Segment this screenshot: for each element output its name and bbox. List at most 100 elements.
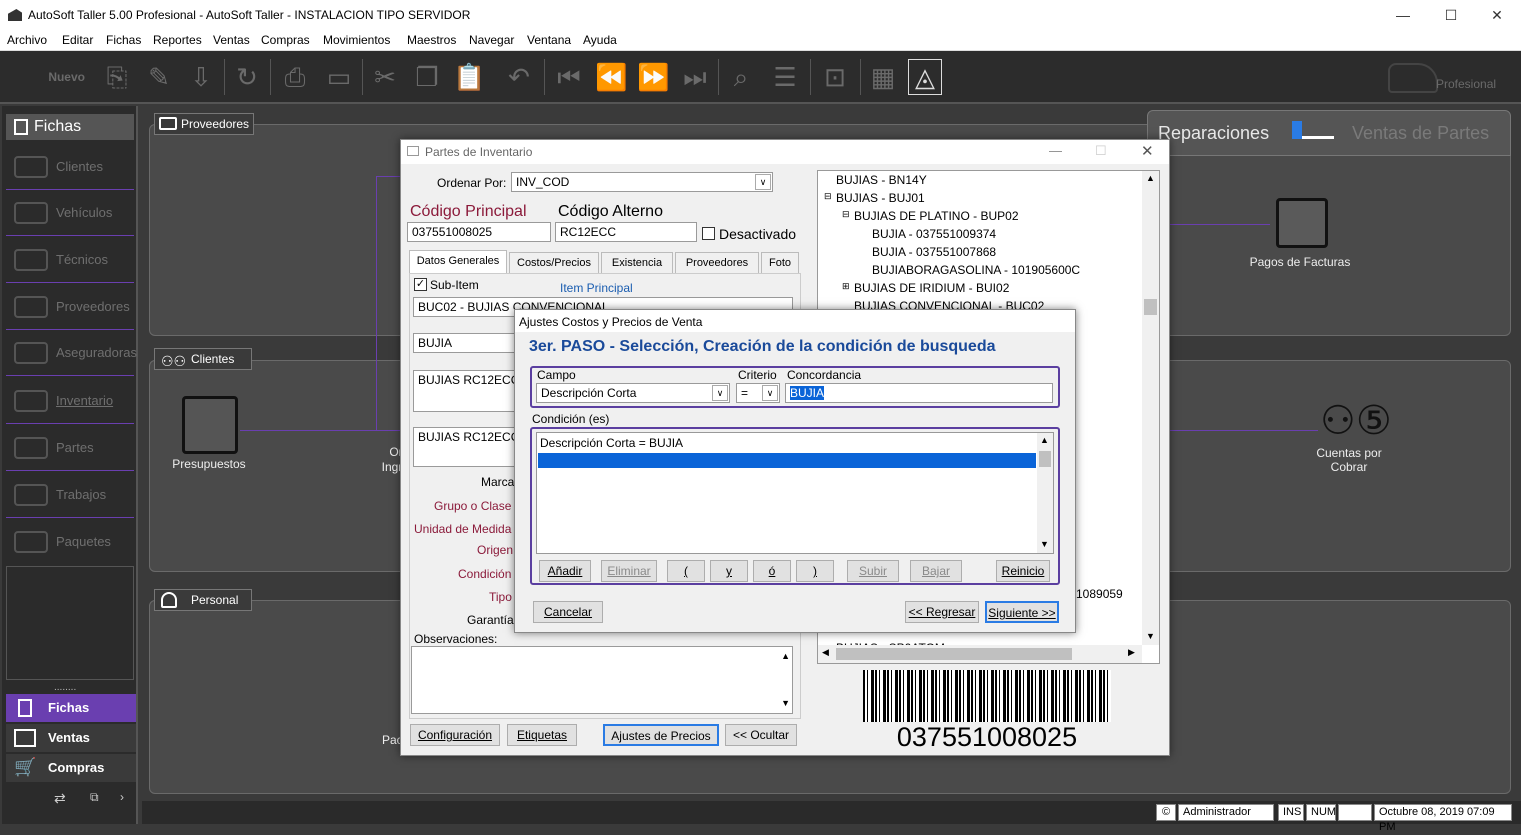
menu-reportes[interactable]: Reportes bbox=[153, 33, 202, 47]
first-record-icon[interactable]: ⏮ bbox=[552, 59, 586, 95]
next-record-icon[interactable]: ⏩ bbox=[636, 59, 670, 95]
edit-icon[interactable]: ✎ bbox=[142, 59, 176, 95]
minimize-button[interactable]: — bbox=[1388, 4, 1418, 26]
condicion-row-selected[interactable] bbox=[538, 453, 1036, 468]
sidebar-item-inventario[interactable]: Inventario bbox=[6, 378, 134, 424]
ajustes-precios-button[interactable]: Ajustes de Precios bbox=[603, 724, 719, 746]
tree-node[interactable]: BUJIA - 037551009374 bbox=[872, 227, 996, 241]
dialog-minimize-button[interactable]: — bbox=[1049, 143, 1062, 158]
menu-ayuda[interactable]: Ayuda bbox=[583, 33, 617, 47]
eliminar-button[interactable]: Eliminar bbox=[601, 560, 657, 582]
menu-ventana[interactable]: Ventana bbox=[527, 33, 571, 47]
windows-icon[interactable]: ⧉ bbox=[90, 790, 99, 805]
scroll-down-icon[interactable]: ▼ bbox=[1040, 539, 1049, 549]
pagos-facturas-label[interactable]: Pagos de Facturas bbox=[1240, 255, 1360, 269]
chevron-down-icon[interactable]: ∨ bbox=[712, 385, 728, 401]
cut-icon[interactable]: ✂ bbox=[368, 59, 402, 95]
tab-existencia[interactable]: Existencia bbox=[601, 252, 673, 274]
scroll-down-icon[interactable]: ▼ bbox=[1146, 631, 1155, 641]
ordenar-select[interactable]: INV_COD ∨ bbox=[511, 172, 773, 192]
new-button[interactable]: Nuevo bbox=[14, 59, 90, 95]
toggle-ventas-partes[interactable]: Ventas de Partes bbox=[1352, 123, 1489, 144]
copy-icon[interactable]: ❐ bbox=[410, 59, 444, 95]
scroll-thumb[interactable] bbox=[1144, 299, 1157, 315]
sidebar-item-trabajos[interactable]: Trabajos bbox=[6, 472, 134, 518]
paren-close-button[interactable]: ) bbox=[796, 560, 834, 582]
regresar-button[interactable]: << Regresar bbox=[905, 601, 979, 623]
anadir-button[interactable]: Añadir bbox=[539, 560, 591, 582]
close-button[interactable]: ✕ bbox=[1482, 4, 1512, 26]
tree-node[interactable]: BUJIAS - BUJ01 bbox=[836, 191, 925, 205]
save-icon[interactable]: ⇩ bbox=[184, 59, 218, 95]
refresh-icon[interactable]: ↻ bbox=[230, 59, 264, 95]
sidebar-item-proveedores[interactable]: Proveedores bbox=[6, 284, 134, 330]
bajar-button[interactable]: Bajar bbox=[910, 560, 962, 582]
configuracion-button[interactable]: Configuración bbox=[410, 724, 500, 746]
sidebar-item-tecnicos[interactable]: Técnicos bbox=[6, 237, 134, 283]
collapse-icon[interactable]: ⊟ bbox=[824, 191, 832, 202]
reinicio-button[interactable]: Reinicio bbox=[996, 560, 1050, 582]
observaciones-textarea[interactable]: ▲ ▼ bbox=[411, 646, 793, 714]
criterio-select[interactable]: = ∨ bbox=[736, 383, 780, 403]
concordancia-input[interactable]: BUJIA bbox=[785, 383, 1053, 403]
bottom-nav-fichas[interactable]: Fichas bbox=[6, 694, 136, 722]
sidebar-grip[interactable]: ........ bbox=[54, 682, 76, 693]
sidebar-item-partes[interactable]: Partes bbox=[6, 425, 134, 471]
autosoft-icon[interactable]: ◬ bbox=[908, 59, 942, 95]
envelope-icon[interactable] bbox=[1276, 198, 1328, 248]
scroll-up-icon[interactable]: ▲ bbox=[1146, 173, 1155, 183]
scroll-left-icon[interactable]: ◀ bbox=[822, 647, 829, 658]
tree-node[interactable]: BUJIA - 037551007868 bbox=[872, 245, 996, 259]
search-icon[interactable]: ⌕ bbox=[724, 59, 758, 95]
menu-editar[interactable]: Editar bbox=[62, 33, 93, 47]
scroll-thumb[interactable] bbox=[836, 648, 1072, 660]
dialog-maximize-button[interactable]: ☐ bbox=[1095, 143, 1107, 159]
condiciones-vscroll[interactable]: ▲ ▼ bbox=[1037, 433, 1053, 553]
scroll-thumb[interactable] bbox=[1039, 451, 1051, 467]
toggle-switch[interactable] bbox=[1292, 121, 1334, 139]
menu-navegar[interactable]: Navegar bbox=[469, 33, 514, 47]
tab-datos-generales[interactable]: Datos Generales bbox=[409, 250, 507, 274]
sidebar-item-clientes[interactable]: Clientes bbox=[6, 144, 134, 190]
tree-hscroll[interactable]: ◀ ▶ bbox=[818, 645, 1142, 663]
menu-movimientos[interactable]: Movimientos bbox=[323, 33, 390, 47]
tree-node-partial[interactable]: 1089059 bbox=[1076, 587, 1123, 601]
scroll-down-icon[interactable]: ▼ bbox=[781, 696, 790, 711]
sidebar-item-vehiculos[interactable]: Vehículos bbox=[6, 190, 134, 236]
condicion-row[interactable]: Descripción Corta = BUJIA bbox=[540, 436, 683, 450]
or-button[interactable]: ó bbox=[753, 560, 791, 582]
tree-node[interactable]: BUJIAS DE PLATINO - BUP02 bbox=[854, 209, 1019, 223]
sidebar-item-paquetes[interactable]: Paquetes bbox=[6, 519, 134, 565]
menu-archivo[interactable]: Archivo bbox=[7, 33, 47, 47]
bottom-nav-compras[interactable]: 🛒 Compras bbox=[6, 754, 136, 782]
tree-vscroll[interactable]: ▲ ▼ bbox=[1142, 171, 1159, 645]
subitem-checkbox[interactable]: ✓ bbox=[414, 278, 427, 291]
undo-icon[interactable]: ↶ bbox=[502, 59, 536, 95]
chevron-down-icon[interactable]: ∨ bbox=[762, 385, 778, 401]
tree-node[interactable]: BUJIAS - BN14Y bbox=[836, 173, 927, 187]
codigo-alterno-input[interactable]: RC12ECC bbox=[555, 222, 697, 242]
tab-foto[interactable]: Foto bbox=[761, 252, 799, 274]
and-button[interactable]: y bbox=[710, 560, 748, 582]
scroll-up-icon[interactable]: ▲ bbox=[781, 649, 790, 664]
menu-ventas[interactable]: Ventas bbox=[213, 33, 250, 47]
presupuestos-label[interactable]: Presupuestos bbox=[162, 457, 256, 471]
subir-button[interactable]: Subir bbox=[847, 560, 899, 582]
expand-icon[interactable]: ⊞ bbox=[842, 281, 850, 292]
chevron-down-icon[interactable]: ∨ bbox=[755, 174, 771, 190]
presupuestos-icon[interactable] bbox=[182, 396, 238, 454]
menu-maestros[interactable]: Maestros bbox=[407, 33, 456, 47]
preview-icon[interactable]: ▭ bbox=[322, 59, 356, 95]
last-record-icon[interactable]: ⏭ bbox=[678, 59, 712, 95]
cancelar-button[interactable]: Cancelar bbox=[533, 601, 603, 623]
dialog-close-button[interactable]: ✕ bbox=[1141, 142, 1154, 160]
prev-record-icon[interactable]: ⏪ bbox=[594, 59, 628, 95]
accounts-icon[interactable]: ⚇⑤ bbox=[1320, 398, 1392, 444]
toggle-reparaciones[interactable]: Reparaciones bbox=[1158, 123, 1269, 144]
condiciones-list[interactable]: Descripción Corta = BUJIA ▲ ▼ bbox=[536, 432, 1054, 554]
paste-icon[interactable]: 📋 bbox=[452, 59, 486, 95]
collapse-icon[interactable]: ⊟ bbox=[842, 209, 850, 220]
desactivado-checkbox[interactable] bbox=[702, 227, 715, 240]
bottom-nav-ventas[interactable]: Ventas bbox=[6, 724, 136, 752]
ocultar-button[interactable]: << Ocultar bbox=[725, 724, 797, 746]
